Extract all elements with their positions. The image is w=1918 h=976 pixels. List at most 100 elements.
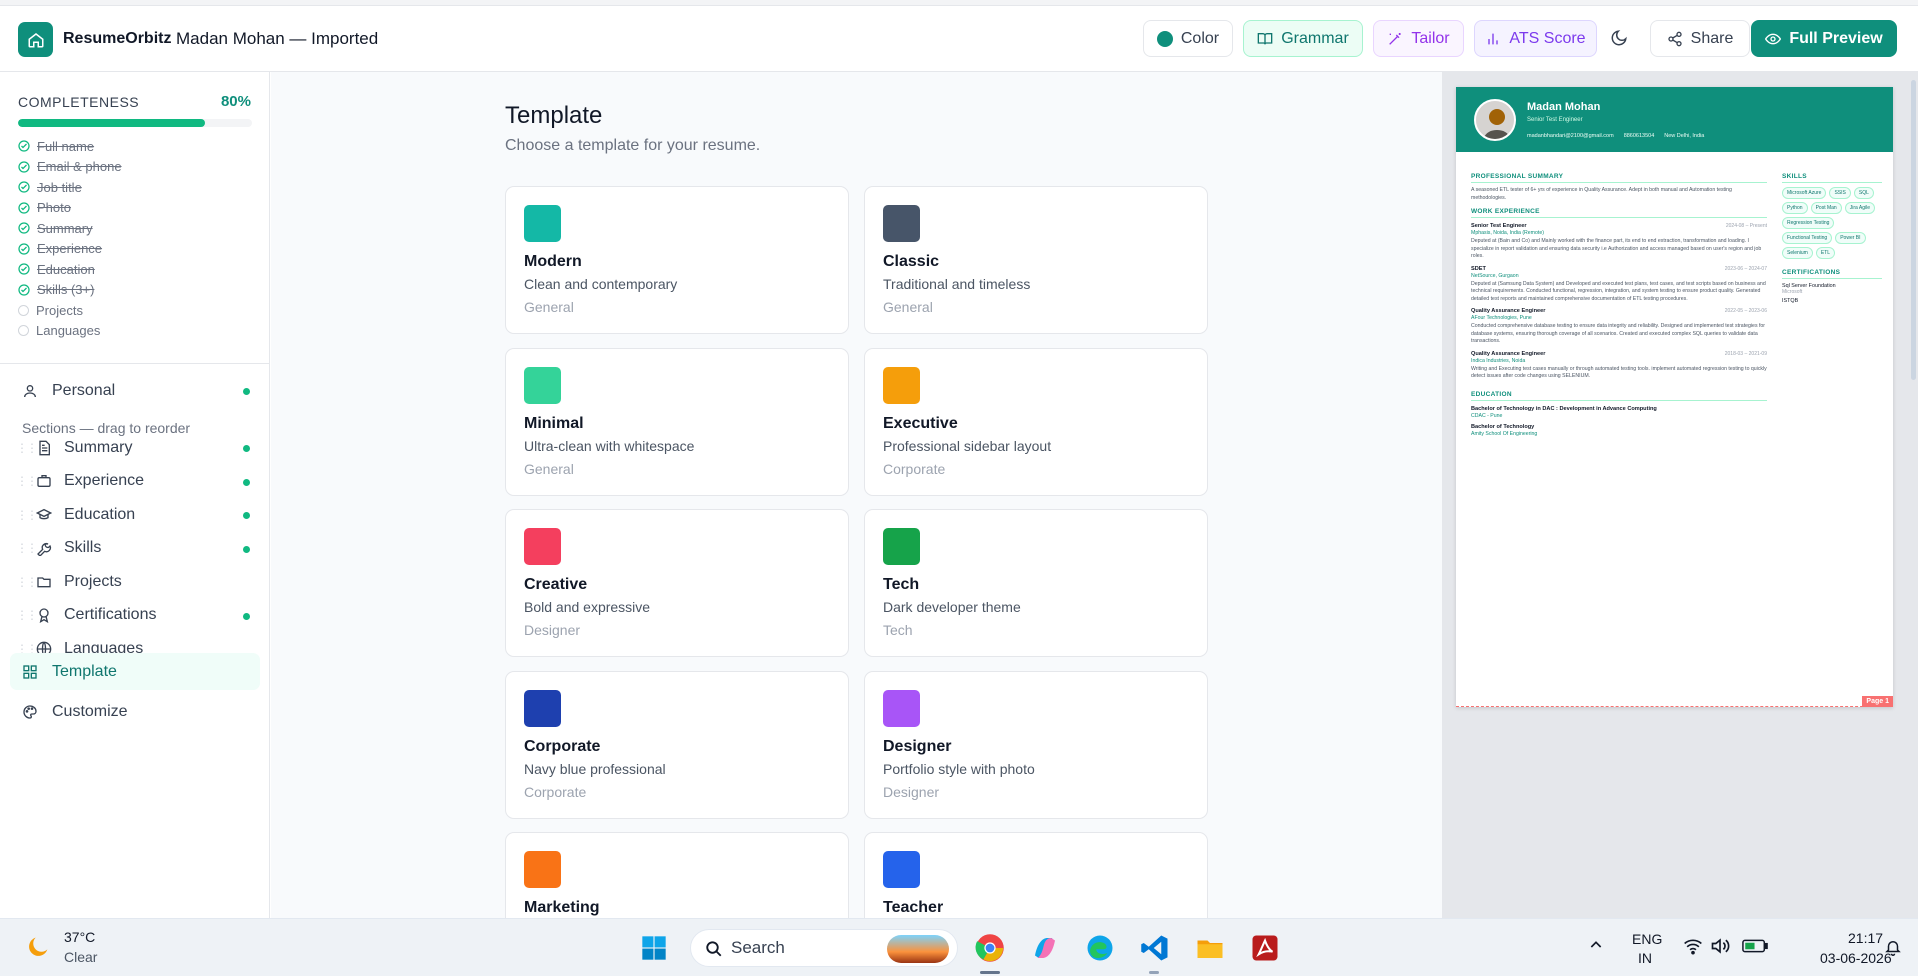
tailor-button[interactable]: Tailor [1373, 20, 1464, 57]
app-header: ResumeOrbitz Madan Mohan — Imported Colo… [0, 6, 1918, 72]
check-circle-icon [18, 284, 30, 296]
template-card-creative[interactable]: Creative Bold and expressive Designer [505, 509, 849, 657]
template-card-minimal[interactable]: Minimal Ultra-clean with whitespace Genera… [505, 347, 849, 496]
template-color-swatch [524, 528, 561, 565]
clock-time[interactable]: 21:17 [1848, 930, 1883, 946]
template-card-marketing[interactable]: Marketing [505, 832, 849, 918]
ats-score-button[interactable]: ATS Score [1474, 20, 1597, 57]
sidebar-item-experience[interactable]: ⋮⋮ Experience [10, 463, 260, 500]
resume-skill-tag: SQL [1853, 187, 1874, 199]
template-category: General [883, 299, 933, 315]
chevron-up-icon[interactable] [1588, 937, 1604, 958]
sidebar-item-personal[interactable]: Personal [10, 372, 260, 409]
template-color-swatch [524, 689, 561, 727]
completeness-progress-bar [18, 119, 252, 127]
resume-cert-name: ISTQB [1782, 298, 1799, 304]
drag-handle-icon[interactable]: ⋮⋮ [16, 508, 38, 522]
wifi-icon[interactable] [1683, 937, 1703, 960]
sidebar-item-certifications[interactable]: ⋮⋮ Certifications [10, 597, 260, 634]
resume-summary: A seasoned ETL tester of 6+ yrs of exper… [1471, 187, 1732, 201]
grammar-button[interactable]: Grammar [1243, 20, 1363, 57]
section-filled-dot [243, 445, 250, 452]
user-icon [20, 381, 40, 401]
volume-icon[interactable] [1710, 937, 1730, 960]
sidebar-item-skills[interactable]: ⋮⋮ Skills [10, 530, 260, 567]
sidebar-item-customize[interactable]: Customize [10, 693, 260, 730]
drag-handle-icon[interactable]: ⋮⋮ [16, 608, 38, 622]
resume-skill-tag: SSIS [1829, 187, 1851, 199]
document-title[interactable]: Madan Mohan — Imported [176, 29, 378, 49]
battery-icon[interactable] [1742, 938, 1768, 959]
sidebar-item-template[interactable]: Template [10, 653, 260, 690]
drag-handle-icon[interactable]: ⋮⋮ [16, 541, 38, 555]
acrobat-icon[interactable] [1249, 932, 1281, 964]
checklist-item: Full name [18, 136, 258, 157]
resume-contact: madanbhandari@2100@gmail.com 8860613504 … [1527, 133, 1705, 139]
windows-start-icon[interactable] [638, 932, 670, 964]
drag-handle-icon[interactable]: ⋮⋮ [16, 441, 38, 455]
resume-skill-tag: Functional Testing [1782, 232, 1833, 244]
editor-sidebar: COMPLETENESS 80% Full name Email & phone J… [0, 72, 270, 918]
copilot-icon[interactable] [1029, 932, 1061, 964]
template-card-classic[interactable]: Classic Traditional and timeless General [864, 186, 1208, 334]
full-preview-button[interactable]: Full Preview [1751, 20, 1897, 57]
graduation-cap-icon [34, 505, 54, 525]
weather-condition[interactable]: Clear [64, 949, 97, 965]
sidebar-item-education[interactable]: ⋮⋮ Education [10, 496, 260, 533]
vscode-icon[interactable] [1139, 932, 1171, 964]
template-color-swatch [883, 851, 920, 888]
page-title: Template [505, 102, 603, 129]
checklist-item: Job title [18, 177, 258, 198]
clock-date[interactable]: 03-06-2026 [1820, 950, 1892, 966]
home-logo-button[interactable] [18, 22, 53, 57]
page-subtitle: Choose a template for your resume. [505, 137, 761, 154]
template-description: Traditional and timeless [883, 276, 1031, 292]
dark-mode-toggle[interactable] [1610, 29, 1628, 52]
template-name: Tech [883, 576, 920, 593]
preview-scrollbar[interactable] [1911, 80, 1916, 380]
resume-jobs: Senior Test Engineer 2024-08 – Present Mph… [1471, 223, 1767, 381]
template-card-corporate[interactable]: Corporate Navy blue professional Corporate [505, 670, 849, 819]
weather-moon-icon[interactable] [24, 933, 52, 966]
section-filled-dot [243, 478, 250, 486]
home-icon [28, 32, 43, 47]
color-button[interactable]: Color [1143, 20, 1233, 57]
region-indicator: IN [1638, 950, 1652, 966]
resume-side-column: SKILLS Microsoft Azure SSIS SQL Python Post … [1782, 167, 1882, 304]
file-explorer-icon[interactable] [1194, 932, 1226, 964]
share-button[interactable]: Share [1650, 20, 1750, 57]
resume-skill-tag: Python [1782, 202, 1808, 214]
windows-taskbar: 37°C Clear Search ENG IN 21:17 03-06-202… [0, 918, 1918, 976]
weather-temperature[interactable]: 37°C [64, 929, 95, 945]
sidebar-item-summary[interactable]: ⋮⋮ Summary [10, 429, 260, 466]
resume-cert-org: Microsoft [1782, 289, 1803, 295]
template-card-executive[interactable]: Executive Professional sidebar layout Corp… [864, 347, 1208, 496]
chrome-icon[interactable] [974, 932, 1006, 964]
vscode-running-indicator [1149, 971, 1159, 974]
template-category: Corporate [883, 460, 946, 477]
language-indicator[interactable]: ENG [1632, 931, 1662, 947]
edge-icon[interactable] [1084, 932, 1116, 964]
template-category: Tech [883, 622, 913, 638]
sidebar-item-projects[interactable]: ⋮⋮ Projects [10, 563, 260, 600]
completeness-percent: 80% [220, 93, 251, 110]
template-card-teacher[interactable]: Teacher [864, 832, 1208, 918]
empty-circle-icon [18, 325, 29, 337]
notification-bell-icon[interactable] [1884, 937, 1902, 962]
taskbar-search-box[interactable]: Search [690, 929, 958, 967]
magic-wand-icon [1389, 32, 1402, 45]
resume-education-entry: Bachelor of Technology in DAC : Developm… [1471, 405, 1657, 419]
palette-icon [20, 702, 40, 722]
drag-handle-icon[interactable]: ⋮⋮ [16, 575, 38, 589]
resume-experience-heading: WORK EXPERIENCE [1471, 208, 1767, 218]
template-description: Professional sidebar layout [883, 437, 1052, 454]
check-circle-icon [18, 202, 30, 214]
resume-preview-panel: Madan Mohan Senior Test Engineer madanbh… [1442, 72, 1918, 918]
template-card-modern[interactable]: Modern Clean and contemporary General [505, 186, 849, 334]
drag-handle-icon[interactable]: ⋮⋮ [16, 474, 38, 488]
template-card-designer[interactable]: Designer Portfolio style with photo Design… [864, 670, 1208, 819]
resume-skill-tag: ETL [1815, 247, 1836, 259]
completeness-progress-fill [18, 119, 206, 127]
template-card-tech[interactable]: Tech Dark developer theme Tech [864, 509, 1208, 657]
chrome-active-indicator [980, 971, 1000, 974]
